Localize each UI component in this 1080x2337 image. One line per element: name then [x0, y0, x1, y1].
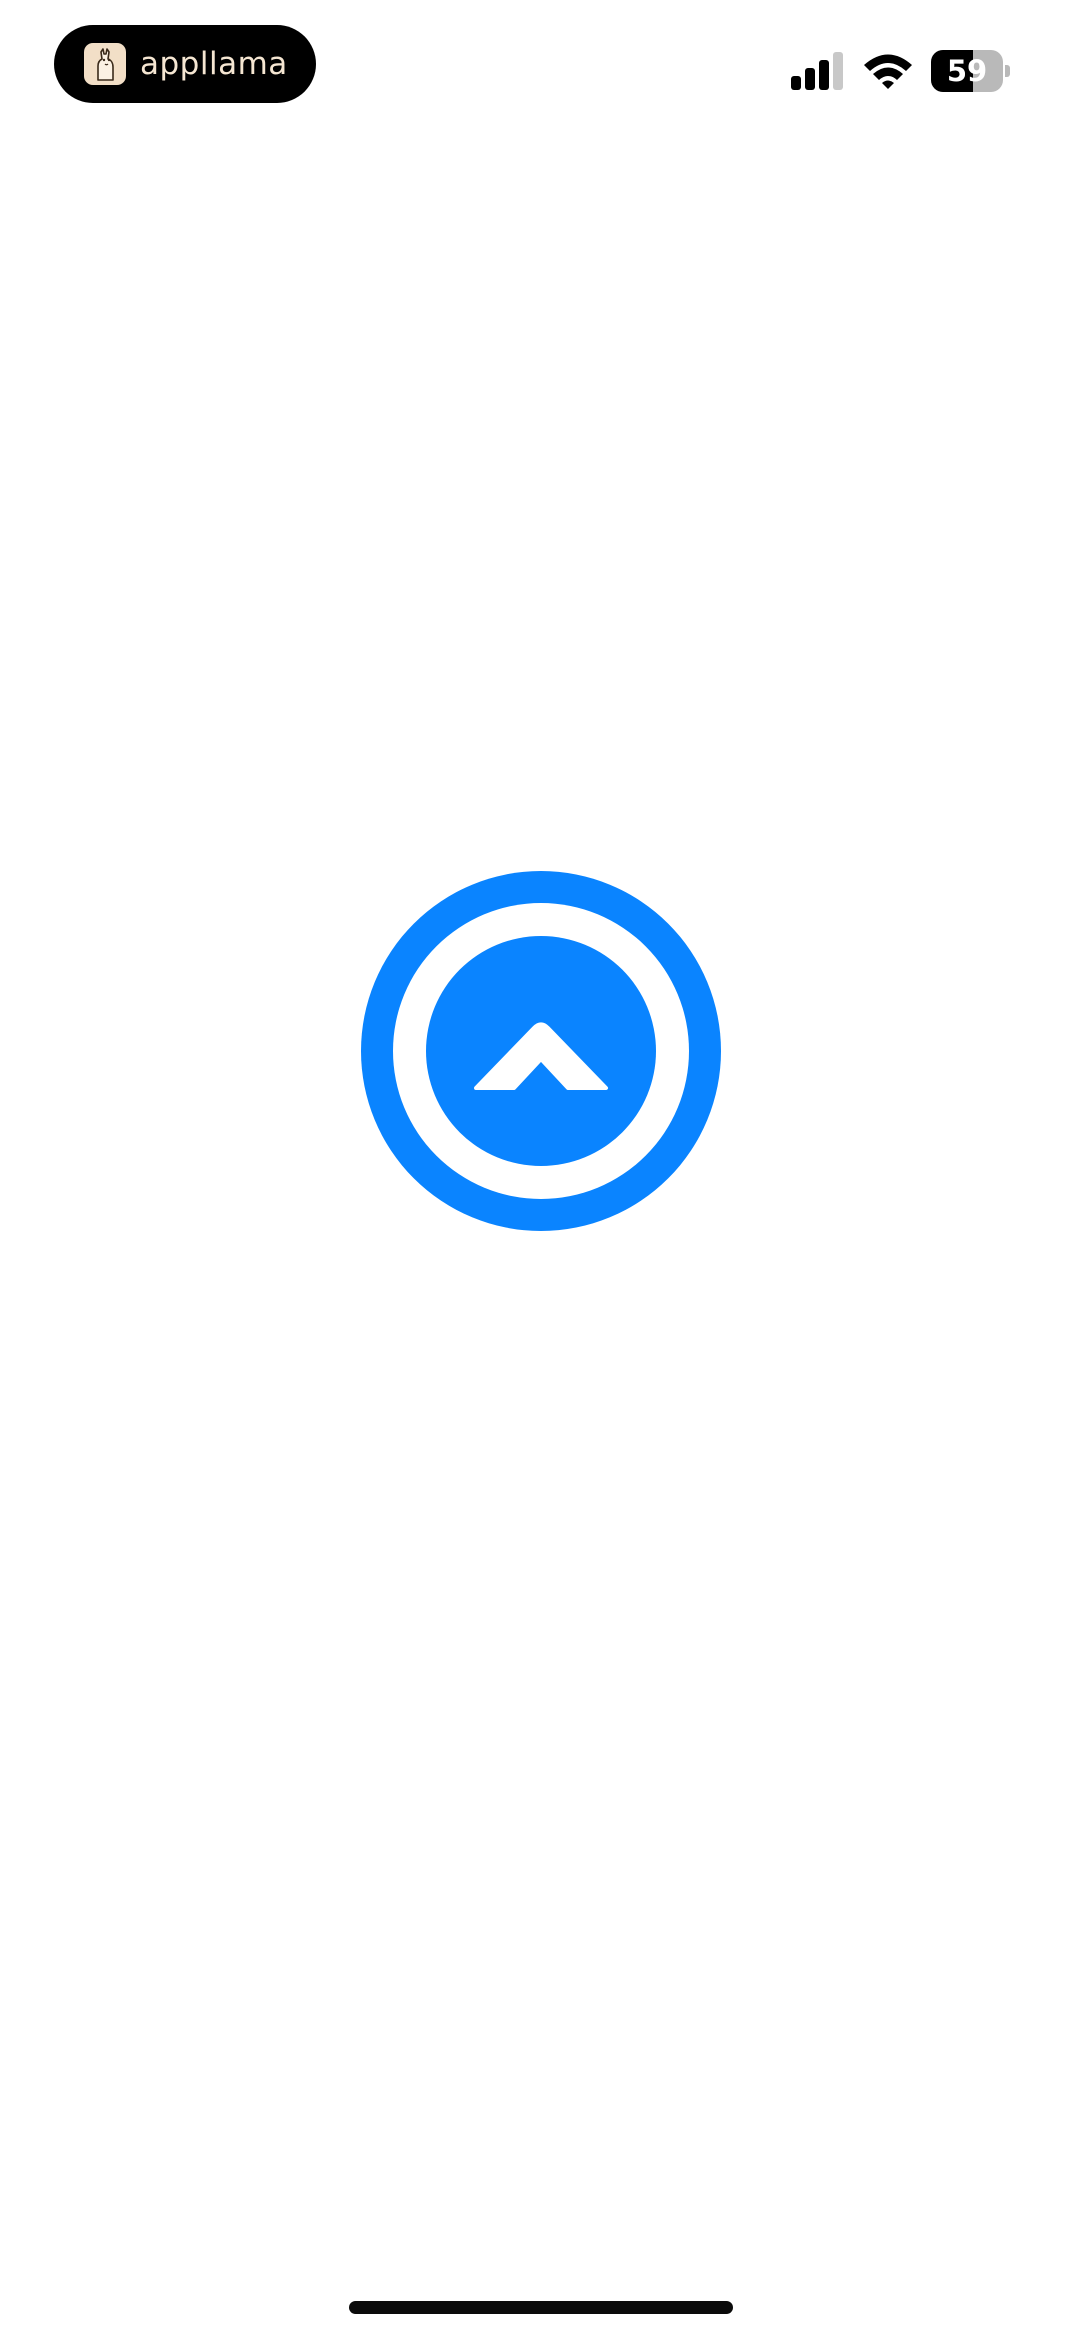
home-indicator[interactable] — [349, 2301, 733, 2314]
wifi-icon — [864, 54, 912, 89]
llama-logo-icon — [84, 43, 126, 85]
battery-cap — [1005, 65, 1010, 77]
battery-icon: 59 — [931, 50, 1011, 92]
splash-screen: appllama 59 — [0, 0, 1080, 2337]
battery-body: 59 — [931, 50, 1003, 92]
app-name: appllama — [140, 45, 288, 82]
battery-level: 59 — [946, 54, 988, 88]
status-bar: appllama 59 — [0, 0, 1080, 130]
app-badge[interactable]: appllama — [54, 25, 316, 103]
blue-circle-chevron-up-logo-icon — [361, 871, 721, 1231]
cellular-signal-icon — [791, 52, 843, 90]
